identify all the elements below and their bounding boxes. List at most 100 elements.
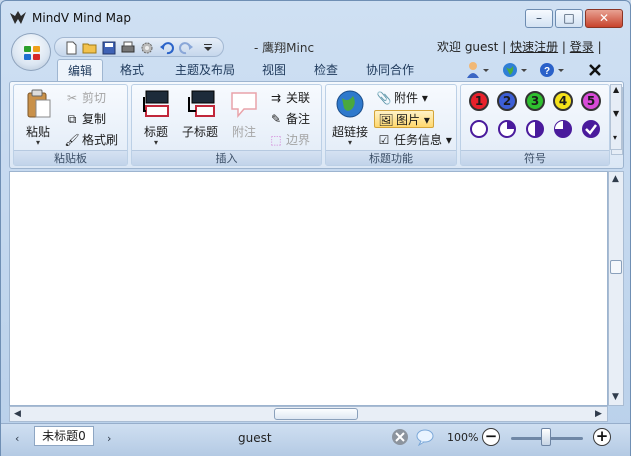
- tab-collaboration[interactable]: 协同合作: [359, 59, 421, 81]
- topic-dropdown-icon[interactable]: ▾: [136, 138, 176, 147]
- priority-1-icon[interactable]: 1: [469, 91, 489, 111]
- gallery-up-icon[interactable]: ▲: [613, 85, 619, 94]
- close-ribbon-icon[interactable]: [587, 60, 603, 80]
- attachment-label: 附件: [394, 91, 419, 105]
- insert-group: 标题 ▾ 子标题 附注 ⇉ 关联 ✎ 备注 ⬚ 边界 插入: [131, 84, 322, 166]
- tab-theme-layout[interactable]: 主题及布局: [165, 59, 245, 81]
- paste-button[interactable]: 粘贴 ▾: [18, 87, 58, 149]
- priority-4-icon[interactable]: 4: [553, 91, 573, 111]
- paste-dropdown-icon[interactable]: ▾: [18, 138, 58, 147]
- tab-format[interactable]: 格式: [109, 59, 155, 81]
- clipboard-group-label: 粘贴板: [14, 150, 127, 165]
- progress-25-icon[interactable]: [497, 119, 517, 139]
- tab-edit[interactable]: 编辑: [57, 59, 103, 83]
- symbols-group: 1 2 3 4 5 符号: [460, 84, 623, 166]
- scissors-icon: ✂: [66, 91, 78, 105]
- user-menu-icon[interactable]: [465, 60, 491, 80]
- settings-icon[interactable]: [139, 41, 155, 55]
- horizontal-scrollbar[interactable]: ◀ ▶: [9, 406, 608, 422]
- zoom-slider-thumb[interactable]: [541, 428, 551, 446]
- relationship-button[interactable]: ⇉ 关联: [268, 89, 310, 107]
- boundary-button[interactable]: ⬚ 边界: [268, 131, 310, 149]
- copy-label: 复制: [82, 112, 107, 126]
- document-title: - 鹰翔Minc: [254, 41, 315, 55]
- comment-icon[interactable]: [415, 428, 435, 446]
- close-icon: ✕: [598, 11, 610, 25]
- scroll-up-icon[interactable]: ▲: [612, 174, 619, 184]
- horizontal-scroll-thumb[interactable]: [274, 408, 358, 420]
- format-painter-button[interactable]: 🖌 格式刷: [64, 131, 118, 149]
- topic-functions-group-label: 标题功能: [326, 150, 456, 165]
- copy-button[interactable]: ⧉ 复制: [64, 110, 106, 128]
- task-info-button[interactable]: ☑ 任务信息 ▾: [376, 131, 452, 149]
- symbols-gallery-scroll[interactable]: ▲ ▼ ▾: [610, 84, 622, 150]
- status-bar: ‹ 未标题0 › guest 100% − +: [1, 423, 630, 456]
- application-window: MindV Mind Map – □ ✕ - 鹰翔Minc 欢迎 guest |…: [0, 0, 631, 456]
- paperclip-icon: 📎: [376, 91, 392, 105]
- progress-done-icon[interactable]: [581, 119, 601, 139]
- account-area: 欢迎 guest | 快速注册 | 登录 |: [437, 40, 602, 54]
- sheet-tab[interactable]: 未标题0: [34, 426, 94, 446]
- mind-map-canvas[interactable]: [9, 171, 608, 406]
- vertical-scrollbar[interactable]: ▲ ▼: [608, 171, 624, 406]
- maximize-icon: □: [563, 11, 575, 25]
- zoom-percent: 100%: [447, 431, 479, 444]
- help-icon[interactable]: ?: [538, 60, 566, 80]
- callout-label: 附注: [231, 125, 256, 139]
- minimize-button[interactable]: –: [525, 9, 553, 28]
- priority-2-icon[interactable]: 2: [497, 91, 517, 111]
- scroll-right-icon[interactable]: ▶: [595, 409, 602, 419]
- customize-dropdown-icon[interactable]: [200, 41, 216, 55]
- brush-icon: 🖌: [64, 133, 80, 147]
- progress-50-icon[interactable]: [525, 119, 545, 139]
- redo-icon[interactable]: [178, 41, 194, 55]
- copy-icon: ⧉: [67, 112, 77, 126]
- format-painter-label: 格式刷: [82, 133, 119, 147]
- new-doc-icon[interactable]: [63, 41, 79, 55]
- progress-0-icon[interactable]: [469, 119, 489, 139]
- print-icon[interactable]: [120, 41, 136, 55]
- open-folder-icon[interactable]: [82, 41, 98, 55]
- undo-icon[interactable]: [159, 41, 175, 55]
- gallery-down-icon[interactable]: ▼: [613, 109, 619, 118]
- hyperlink-button[interactable]: 超链接 ▾: [328, 87, 372, 149]
- insert-topic-button[interactable]: 标题 ▾: [136, 87, 176, 149]
- cut-button[interactable]: ✂ 剪切: [64, 89, 106, 107]
- prev-sheet-icon[interactable]: ‹: [15, 432, 19, 445]
- vertical-scroll-thumb[interactable]: [610, 260, 622, 274]
- register-link[interactable]: 快速注册: [510, 40, 558, 54]
- priority-3-icon[interactable]: 3: [525, 91, 545, 111]
- task-info-label: 任务信息: [394, 133, 443, 147]
- save-icon[interactable]: [101, 41, 117, 55]
- scroll-left-icon[interactable]: ◀: [14, 409, 21, 419]
- zoom-in-button[interactable]: +: [593, 428, 611, 446]
- note-button[interactable]: ✎ 备注: [268, 110, 310, 128]
- login-link[interactable]: 登录: [570, 40, 594, 54]
- insert-callout-button[interactable]: 附注: [226, 87, 262, 149]
- attachment-button[interactable]: 📎 附件 ▾: [376, 89, 428, 107]
- relationship-icon: ⇉: [270, 91, 282, 105]
- picture-button[interactable]: 🖼 图片 ▾: [374, 110, 434, 128]
- tab-view[interactable]: 视图: [251, 59, 297, 81]
- tab-review[interactable]: 检查: [303, 59, 349, 81]
- progress-75-icon[interactable]: [553, 119, 573, 139]
- hyperlink-dropdown-icon[interactable]: ▾: [328, 138, 372, 147]
- gallery-expand-icon[interactable]: ▾: [613, 133, 617, 142]
- next-sheet-icon[interactable]: ›: [107, 432, 111, 445]
- picture-icon: 🖼: [378, 113, 394, 127]
- app-logo-icon: [10, 11, 26, 24]
- application-menu-button[interactable]: [11, 33, 51, 71]
- globe-icon[interactable]: [501, 60, 529, 80]
- priority-5-icon[interactable]: 5: [581, 91, 601, 111]
- subtopic-label: 子标题: [181, 125, 218, 139]
- close-sheet-icon[interactable]: [391, 428, 409, 446]
- zoom-out-button[interactable]: −: [482, 428, 500, 446]
- insert-subtopic-button[interactable]: 子标题: [180, 87, 220, 149]
- quick-access-toolbar: - 鹰翔Minc 欢迎 guest | 快速注册 | 登录 |: [9, 33, 624, 71]
- svg-text:?: ?: [544, 66, 550, 77]
- scroll-down-icon[interactable]: ▼: [612, 392, 619, 402]
- ribbon-tabs: 编辑 格式 主题及布局 视图 检查 协同合作 ?: [57, 59, 617, 83]
- close-window-button[interactable]: ✕: [585, 9, 623, 28]
- app-menu-icon: [24, 46, 40, 60]
- maximize-button[interactable]: □: [555, 9, 583, 28]
